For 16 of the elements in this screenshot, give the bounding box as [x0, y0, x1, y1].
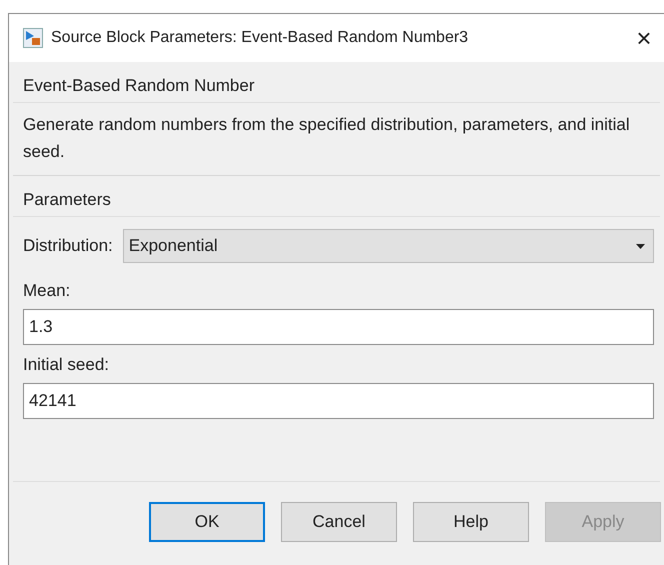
- field-label: Initial seed:: [23, 355, 110, 375]
- input-field[interactable]: 1.3: [23, 309, 654, 345]
- field-label: Distribution:: [23, 236, 113, 256]
- close-button[interactable]: ×: [624, 22, 664, 54]
- dialog-button[interactable]: OK: [149, 502, 265, 542]
- caret-icon: [636, 244, 645, 248]
- block-description: Generate random numbers from the specified distribution, parameters, and initial seed.: [13, 103, 660, 176]
- field-label: Mean:: [23, 281, 72, 301]
- window-title: Source Block Parameters: Event-Based Random Number3: [51, 29, 470, 47]
- dialog-button[interactable]: Cancel: [281, 502, 397, 542]
- distribution-dropdown[interactable]: Exponential: [122, 229, 654, 263]
- dialog-button[interactable]: Help: [413, 502, 529, 542]
- block-title: Event-Based Random Number: [13, 70, 660, 103]
- parameters-title: Parameters: [13, 184, 660, 217]
- block-icon: [23, 28, 43, 48]
- input-field[interactable]: 42141: [23, 383, 654, 419]
